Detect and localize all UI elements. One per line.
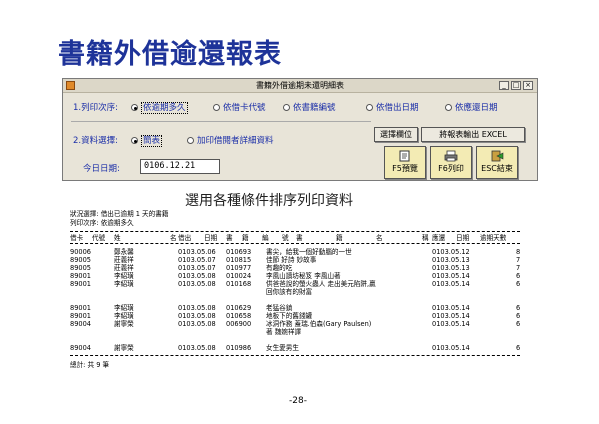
radio-icon <box>445 104 452 111</box>
select-columns-button[interactable]: 選擇欄位 <box>374 127 418 142</box>
today-date-input[interactable]: 0106.12.21 <box>140 159 220 174</box>
header-surname: 姓 <box>114 234 121 242</box>
f6-print-label: F6列印 <box>438 164 464 173</box>
header-book-4: 號 <box>282 234 289 242</box>
sort-option-overdue[interactable]: 依逾期多久 <box>131 101 188 114</box>
maximize-button[interactable]: □ <box>511 81 521 90</box>
data-select-label: 2.資料選擇: <box>73 136 118 146</box>
radio-icon <box>131 137 138 144</box>
sort-option-due-date[interactable]: 依應還日期 <box>445 101 498 113</box>
header-name: 名 <box>170 234 177 242</box>
f5-preview-label: F5預覽 <box>392 164 418 173</box>
report-order: 列印次序: 依逾期多久 <box>70 219 134 227</box>
header-title-1: 書 <box>296 234 303 242</box>
today-date-label: 今日日期: <box>83 164 120 174</box>
header-title-4: 稱 <box>422 234 429 242</box>
radio-icon <box>187 137 194 144</box>
header-title-2: 籍 <box>336 234 343 242</box>
radio-icon <box>366 104 373 111</box>
header-out: 借出 <box>178 234 192 242</box>
radio-icon <box>213 104 220 111</box>
header-book-2: 籍 <box>242 234 249 242</box>
page-number: -28- <box>289 396 307 406</box>
slide-subtitle: 選用各種條件排序列印資料 <box>185 193 353 209</box>
printer-icon <box>444 150 458 162</box>
window-titlebar: 書籍外借逾期未還明細表 _ □ × <box>63 79 537 93</box>
header-out-date: 日期 <box>204 234 218 242</box>
header-rule-bottom <box>70 243 520 244</box>
preview-icon <box>399 150 410 162</box>
radio-icon <box>131 104 138 111</box>
sort-option-out-date[interactable]: 依借出日期 <box>366 101 419 113</box>
header-book-3: 編 <box>262 234 269 242</box>
slide-title: 書籍外借逾還報表 <box>58 39 282 70</box>
header-rule-top <box>70 231 520 232</box>
minimize-button[interactable]: _ <box>499 81 509 90</box>
exit-icon <box>491 150 504 162</box>
table-row: 89001 李紹璜 0103.05.08 010168 供爸爸說的螢火蟲人 走出… <box>70 280 521 296</box>
sort-option-card[interactable]: 依借卡代號 <box>213 101 266 113</box>
data-option-brief[interactable]: 簡表 <box>131 134 163 147</box>
radio-icon <box>283 104 290 111</box>
data-option-detail[interactable]: 加印借閱者詳細資料 <box>187 134 274 146</box>
close-button[interactable]: × <box>523 81 533 90</box>
esc-exit-label: ESC結束 <box>481 164 513 173</box>
header-card: 借卡 <box>70 234 84 242</box>
divider <box>71 121 371 122</box>
header-book-1: 書 <box>226 234 233 242</box>
footer-rule <box>70 355 520 356</box>
window-title: 書籍外借逾期未還明細表 <box>256 81 344 90</box>
f5-preview-button[interactable]: F5預覽 <box>384 146 426 179</box>
header-title-3: 名 <box>376 234 383 242</box>
export-excel-button[interactable]: 將報表輸出 EXCEL <box>421 127 525 142</box>
esc-exit-button[interactable]: ESC結束 <box>476 146 518 179</box>
report-condition: 狀況選擇: 借出已逾期 1 天的書籍 <box>70 210 169 218</box>
report-window: 書籍外借逾期未還明細表 _ □ × 1.列印次序: 依逾期多久 依借卡代號 依書… <box>62 78 538 181</box>
header-days: 逾期天數 <box>480 234 507 242</box>
header-due: 應還 <box>432 234 446 242</box>
header-code: 代號 <box>92 234 106 242</box>
report-total: 總計: 共 9 筆 <box>70 361 110 369</box>
table-row: 89004 謝寧榮 0103.05.08 006900 冰洞作務 蓋瑞.伯森(G… <box>70 320 521 336</box>
f6-print-button[interactable]: F6列印 <box>430 146 472 179</box>
sort-order-label: 1.列印次序: <box>73 103 118 113</box>
header-due-date: 日期 <box>456 234 470 242</box>
sort-option-book[interactable]: 依書籍編號 <box>283 101 336 113</box>
